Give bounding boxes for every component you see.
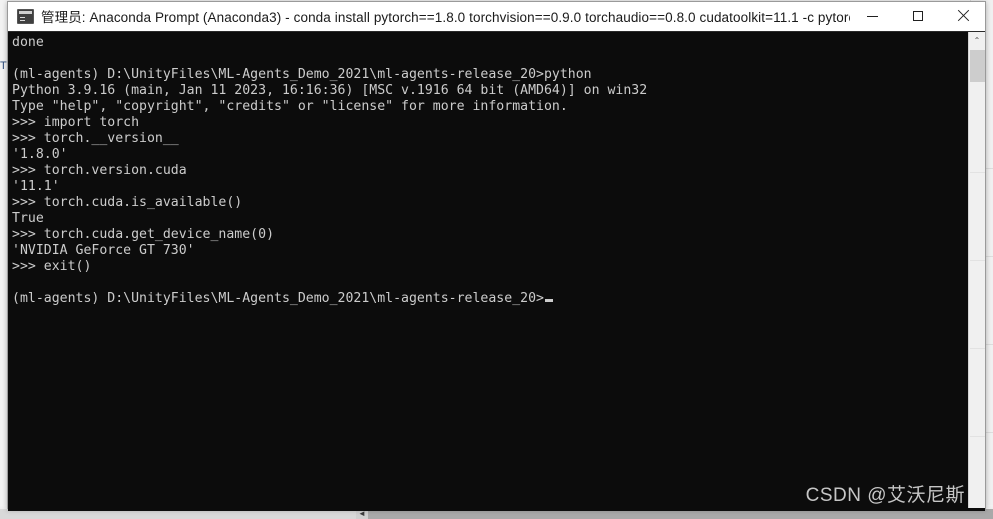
- minimize-icon: [867, 15, 878, 17]
- console-cursor: [544, 299, 553, 302]
- console-output-area[interactable]: done (ml-agents) D:\UnityFiles\ML-Agents…: [8, 32, 968, 511]
- console-line: 'NVIDIA GeForce GT 730': [12, 243, 195, 258]
- desktop-left-strip: T: [0, 0, 7, 519]
- close-icon: [957, 10, 969, 22]
- scrollbar-track-mark: [970, 172, 985, 173]
- maximize-icon: [912, 11, 923, 21]
- scroll-up-arrow-icon[interactable]: ⌃: [969, 32, 985, 49]
- window-controls: [850, 2, 985, 30]
- console-bottom-edge: [8, 508, 985, 511]
- console-line: done: [12, 35, 44, 50]
- close-button[interactable]: [940, 2, 985, 30]
- console-line: Python 3.9.16 (main, Jan 11 2023, 16:16:…: [12, 83, 648, 98]
- scrollbar-track-mark: [970, 348, 985, 349]
- console-window: 管理员: Anaconda Prompt (Anaconda3) - conda…: [7, 1, 986, 511]
- console-line: >>> exit(): [12, 259, 92, 274]
- console-body[interactable]: done (ml-agents) D:\UnityFiles\ML-Agents…: [8, 31, 985, 511]
- console-line: >>> torch.version.cuda: [12, 163, 187, 178]
- scrollbar-track-mark: [970, 436, 985, 437]
- window-title: 管理员: Anaconda Prompt (Anaconda3) - conda…: [41, 10, 850, 25]
- scrollbar-track-mark: [970, 260, 985, 261]
- console-line: True: [12, 211, 44, 226]
- console-line: '1.8.0': [12, 147, 68, 162]
- console-icon: [17, 8, 34, 24]
- minimize-button[interactable]: [850, 2, 895, 30]
- console-prompt-text: (ml-agents) D:\UnityFiles\ML-Agents_Demo…: [12, 291, 544, 306]
- console-vertical-scrollbar[interactable]: ⌃: [968, 32, 985, 511]
- console-line: Type "help", "copyright", "credits" or "…: [12, 99, 568, 114]
- console-line: >>> torch.__version__: [12, 131, 179, 146]
- console-line: >>> import torch: [12, 115, 140, 130]
- console-line: '11.1': [12, 179, 60, 194]
- vertical-scrollbar-thumb[interactable]: [970, 50, 985, 82]
- console-line: >>> torch.cuda.is_available(): [12, 195, 243, 210]
- desktop-icon-sliver: T: [0, 60, 7, 72]
- console-prompt-line: (ml-agents) D:\UnityFiles\ML-Agents_Demo…: [12, 291, 968, 307]
- window-titlebar[interactable]: 管理员: Anaconda Prompt (Anaconda3) - conda…: [8, 2, 985, 31]
- console-line: >>> torch.cuda.get_device_name(0): [12, 227, 275, 242]
- console-line: (ml-agents) D:\UnityFiles\ML-Agents_Demo…: [12, 67, 592, 82]
- maximize-button[interactable]: [895, 2, 940, 30]
